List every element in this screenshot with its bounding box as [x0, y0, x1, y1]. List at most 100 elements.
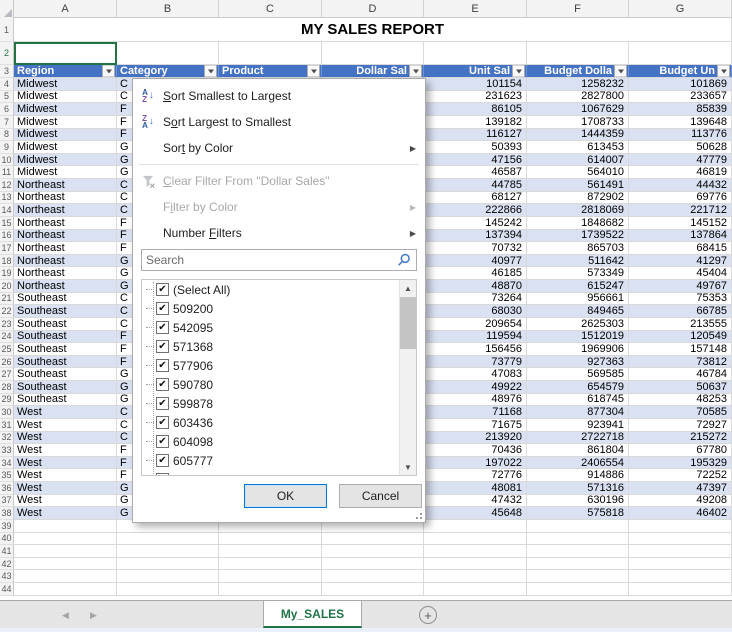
cell-budget-dollars[interactable]: 613453: [527, 141, 629, 154]
row-number-15[interactable]: 15: [0, 217, 14, 230]
cell-region[interactable]: Northeast: [14, 267, 117, 280]
empty-cell[interactable]: [14, 520, 117, 533]
filter-value-item[interactable]: ✔509200: [142, 299, 416, 318]
empty-cell[interactable]: [117, 545, 219, 558]
cell-unit-sales[interactable]: 197022: [424, 457, 527, 470]
cell-unit-sales[interactable]: 47432: [424, 495, 527, 508]
cell-budget-units[interactable]: 44432: [629, 179, 732, 192]
cell-budget-units[interactable]: 221712: [629, 204, 732, 217]
cell-budget-dollars[interactable]: 1739522: [527, 230, 629, 243]
prev-sheet-icon[interactable]: ◀: [62, 601, 69, 629]
row-number-24[interactable]: 24: [0, 331, 14, 344]
empty-cell[interactable]: [527, 545, 629, 558]
empty-cell[interactable]: [322, 583, 424, 596]
row-number-3[interactable]: 3: [0, 65, 14, 78]
cell-region[interactable]: Midwest: [14, 129, 117, 142]
cell-budget-dollars[interactable]: 1708733: [527, 116, 629, 129]
row-number-4[interactable]: 4: [0, 78, 14, 91]
cell-unit-sales[interactable]: 47083: [424, 368, 527, 381]
row-number-21[interactable]: 21: [0, 293, 14, 306]
empty-cell[interactable]: [424, 533, 527, 546]
empty-cell[interactable]: [14, 583, 117, 596]
empty-cell[interactable]: [322, 570, 424, 583]
row-number-32[interactable]: 32: [0, 432, 14, 445]
cancel-button[interactable]: Cancel: [339, 484, 422, 508]
cell-budget-units[interactable]: 120549: [629, 331, 732, 344]
row-number-41[interactable]: 41: [0, 545, 14, 558]
row-number-18[interactable]: 18: [0, 255, 14, 268]
table-header-cell[interactable]: Dollar Sal: [322, 65, 424, 78]
cell-unit-sales[interactable]: 48870: [424, 280, 527, 293]
filter-button[interactable]: [102, 65, 115, 78]
empty-cell[interactable]: [14, 42, 117, 65]
checkbox-checked[interactable]: ✔: [156, 416, 169, 429]
row-number-13[interactable]: 13: [0, 192, 14, 205]
cell-unit-sales[interactable]: 209654: [424, 318, 527, 331]
cell-budget-units[interactable]: 145152: [629, 217, 732, 230]
column-header-A[interactable]: A: [14, 0, 117, 17]
cell-budget-dollars[interactable]: 630196: [527, 495, 629, 508]
cell-region[interactable]: Northeast: [14, 280, 117, 293]
cell-region[interactable]: Southeast: [14, 293, 117, 306]
cell-budget-dollars[interactable]: 877304: [527, 406, 629, 419]
cell-unit-sales[interactable]: 71675: [424, 419, 527, 432]
empty-cell[interactable]: [527, 520, 629, 533]
cell-budget-dollars[interactable]: 914886: [527, 469, 629, 482]
empty-cell[interactable]: [424, 545, 527, 558]
filter-button[interactable]: [512, 65, 525, 78]
empty-cell[interactable]: [527, 583, 629, 596]
cell-budget-units[interactable]: 69776: [629, 192, 732, 205]
cell-region[interactable]: Southeast: [14, 331, 117, 344]
add-sheet-button[interactable]: +: [419, 606, 437, 624]
filter-value-item[interactable]: ✔605777: [142, 451, 416, 470]
cell-budget-dollars[interactable]: 872902: [527, 192, 629, 205]
menu-item-number-filters[interactable]: Number Filters▶: [133, 220, 425, 246]
cell-budget-units[interactable]: 139648: [629, 116, 732, 129]
row-number-26[interactable]: 26: [0, 356, 14, 369]
search-icon[interactable]: [392, 253, 416, 267]
empty-cell[interactable]: [629, 42, 732, 65]
cell-budget-dollars[interactable]: 865703: [527, 242, 629, 255]
cell-unit-sales[interactable]: 47156: [424, 154, 527, 167]
filter-button[interactable]: [614, 65, 627, 78]
cell-budget-units[interactable]: 75353: [629, 293, 732, 306]
row-number-27[interactable]: 27: [0, 368, 14, 381]
cell-budget-dollars[interactable]: 573349: [527, 267, 629, 280]
cell-budget-dollars[interactable]: 561491: [527, 179, 629, 192]
empty-cell[interactable]: [629, 570, 732, 583]
row-number-43[interactable]: 43: [0, 570, 14, 583]
row-number-35[interactable]: 35: [0, 469, 14, 482]
cell-region[interactable]: Southeast: [14, 343, 117, 356]
filter-value-item[interactable]: ✔604098: [142, 432, 416, 451]
cell-region[interactable]: Northeast: [14, 179, 117, 192]
cell-budget-units[interactable]: 50637: [629, 381, 732, 394]
filter-value-item[interactable]: ✔542095: [142, 318, 416, 337]
menu-item-sort-smallest-to-largest[interactable]: AZ↓Sort Smallest to Largest: [133, 83, 425, 109]
empty-cell[interactable]: [219, 533, 322, 546]
row-number-16[interactable]: 16: [0, 230, 14, 243]
checkbox-checked[interactable]: ✔: [156, 321, 169, 334]
cell-region[interactable]: Midwest: [14, 154, 117, 167]
row-number-29[interactable]: 29: [0, 394, 14, 407]
row-number-40[interactable]: 40: [0, 533, 14, 546]
empty-cell[interactable]: [117, 42, 219, 65]
cell-region[interactable]: Midwest: [14, 141, 117, 154]
cell-budget-units[interactable]: 157148: [629, 343, 732, 356]
row-number-1[interactable]: 1: [0, 18, 14, 42]
cell-budget-dollars[interactable]: 614007: [527, 154, 629, 167]
empty-cell[interactable]: [219, 545, 322, 558]
cell-unit-sales[interactable]: 86105: [424, 103, 527, 116]
filter-value-item[interactable]: ✔612624: [142, 470, 416, 476]
empty-cell[interactable]: [117, 533, 219, 546]
cell-budget-dollars[interactable]: 1444359: [527, 129, 629, 142]
filter-value-item[interactable]: ✔(Select All): [142, 280, 416, 299]
cell-budget-dollars[interactable]: 956661: [527, 293, 629, 306]
row-number-28[interactable]: 28: [0, 381, 14, 394]
column-header-F[interactable]: F: [527, 0, 629, 17]
cell-unit-sales[interactable]: 50393: [424, 141, 527, 154]
cell-unit-sales[interactable]: 48081: [424, 482, 527, 495]
cell-region[interactable]: West: [14, 406, 117, 419]
ok-button[interactable]: OK: [244, 484, 327, 508]
cell-region[interactable]: Southeast: [14, 318, 117, 331]
cell-budget-units[interactable]: 46784: [629, 368, 732, 381]
